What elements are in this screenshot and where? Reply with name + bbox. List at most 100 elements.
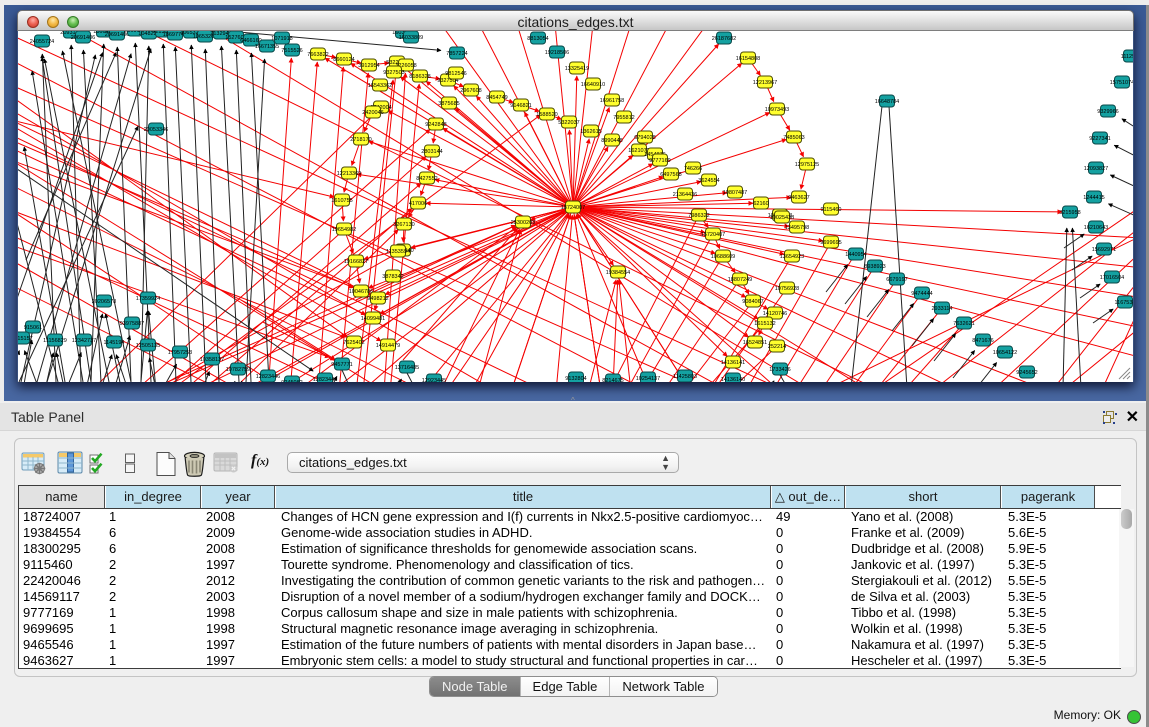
svg-text:2803144: 2803144 [421, 149, 442, 155]
svg-text:1145194: 1145194 [103, 340, 124, 346]
svg-text:1615132: 1615132 [754, 321, 775, 327]
svg-text:14136141: 14136141 [721, 360, 745, 366]
svg-text:12823446: 12823446 [256, 374, 280, 380]
svg-text:9699695: 9699695 [820, 240, 841, 246]
svg-text:12923445: 12923445 [422, 378, 446, 382]
svg-text:18807249: 18807249 [728, 277, 752, 283]
svg-text:9777169: 9777169 [649, 158, 670, 164]
svg-text:24055724: 24055724 [30, 39, 54, 45]
svg-text:8990448: 8990448 [601, 138, 622, 144]
svg-text:2933114: 2933114 [931, 306, 952, 312]
svg-text:3624554: 3624554 [698, 178, 719, 184]
svg-text:9463627: 9463627 [788, 195, 809, 201]
svg-text:14914479: 14914479 [376, 343, 400, 349]
svg-text:19654982: 19654982 [332, 227, 356, 233]
svg-text:9242848: 9242848 [425, 122, 446, 128]
svg-text:10688609: 10688609 [711, 254, 735, 260]
svg-text:10756928: 10756928 [775, 286, 799, 292]
svg-text:13654923: 13654923 [780, 254, 804, 260]
svg-text:10654122: 10654122 [993, 350, 1017, 356]
svg-text:3267130: 3267130 [393, 222, 414, 228]
svg-text:8214675: 8214675 [602, 378, 623, 382]
svg-text:12213369: 12213369 [337, 171, 361, 177]
svg-text:11353594: 11353594 [386, 249, 410, 255]
svg-text:10358137: 10358137 [200, 357, 224, 363]
svg-text:6794028: 6794028 [634, 135, 655, 141]
svg-text:3912954: 3912954 [358, 63, 379, 69]
svg-text:10046786: 10046786 [349, 289, 373, 295]
svg-text:1362615: 1362615 [580, 129, 601, 135]
svg-text:20206578: 20206578 [92, 299, 116, 305]
svg-text:7625402: 7625402 [343, 340, 364, 346]
svg-text:9146821: 9146821 [510, 103, 531, 109]
svg-text:8660124: 8660124 [333, 57, 354, 63]
svg-text:3875685: 3875685 [438, 101, 459, 107]
svg-text:1440954: 1440954 [845, 252, 866, 258]
svg-text:9132804: 9132804 [565, 376, 586, 382]
svg-text:915061: 915061 [24, 325, 42, 331]
svg-text:9474444: 9474444 [911, 291, 932, 297]
svg-text:12975125: 12975125 [795, 162, 819, 168]
svg-text:9084067: 9084067 [742, 299, 763, 305]
svg-text:9327503: 9327503 [383, 70, 404, 76]
svg-text:7663822: 7663822 [307, 52, 328, 58]
svg-text:15751074: 15751074 [1110, 80, 1134, 86]
svg-text:7857224: 7857224 [446, 51, 467, 57]
svg-text:16154808: 16154808 [736, 56, 760, 62]
svg-text:20691406: 20691406 [71, 35, 95, 41]
svg-text:2718170: 2718170 [350, 137, 371, 143]
svg-text:16961758: 16961758 [600, 98, 624, 104]
svg-text:13495798: 13495798 [785, 225, 809, 231]
svg-text:10782759: 10782759 [226, 367, 250, 373]
svg-text:1112503: 1112503 [1121, 54, 1134, 60]
svg-text:8427552: 8427552 [416, 176, 437, 182]
svg-text:14136140: 14136140 [721, 377, 745, 382]
svg-text:25300203: 25300203 [511, 220, 535, 226]
svg-text:15720407: 15720407 [701, 232, 725, 238]
svg-text:252214: 252214 [768, 344, 786, 350]
svg-text:13325419: 13325419 [565, 66, 589, 72]
svg-text:3215958: 3215958 [1059, 210, 1080, 216]
svg-text:12505135: 12505135 [136, 343, 160, 349]
svg-text:9812546: 9812546 [445, 71, 466, 77]
svg-text:11425803: 11425803 [673, 374, 697, 380]
svg-text:16640910: 16640910 [581, 82, 605, 88]
svg-text:10025438: 10025438 [770, 215, 794, 221]
svg-text:12823446: 12823446 [313, 377, 337, 382]
svg-text:9498212: 9498212 [367, 296, 388, 302]
svg-text:1588520: 1588520 [536, 112, 557, 118]
svg-text:9115460: 9115460 [820, 207, 841, 213]
svg-text:7955812: 7955812 [613, 115, 634, 121]
svg-text:417006: 417006 [409, 201, 427, 207]
svg-text:1733426: 1733426 [769, 367, 790, 373]
svg-text:1244415: 1244415 [1083, 195, 1104, 201]
svg-text:16543362: 16543362 [368, 83, 392, 89]
svg-text:14099481: 14099481 [361, 316, 385, 322]
svg-text:5322037: 5322037 [558, 120, 579, 126]
svg-text:19166827: 19166827 [344, 259, 368, 265]
svg-text:8938923: 8938923 [864, 264, 885, 270]
svg-text:9457771: 9457771 [331, 362, 352, 368]
svg-text:17016504: 17016504 [1100, 275, 1124, 281]
svg-text:7986322: 7986322 [688, 213, 709, 219]
svg-text:17957253: 17957253 [168, 350, 192, 356]
svg-text:7515526: 7515526 [281, 48, 302, 54]
svg-text:6497568: 6497568 [660, 172, 681, 178]
svg-text:7485063: 7485063 [783, 135, 804, 141]
svg-text:16671355: 16671355 [255, 44, 279, 50]
svg-text:746266: 746266 [684, 166, 702, 172]
svg-text:19384554: 19384554 [606, 270, 630, 276]
svg-text:20053346: 20053346 [144, 127, 168, 133]
svg-text:8454749: 8454749 [486, 95, 507, 101]
svg-text:1610755: 1610755 [331, 198, 352, 204]
svg-text:10254137: 10254137 [636, 376, 660, 382]
svg-text:15692971: 15692971 [1092, 247, 1116, 253]
svg-text:14120746: 14120746 [763, 311, 787, 317]
svg-text:12342737: 12342737 [72, 338, 96, 344]
svg-text:12213967: 12213967 [753, 80, 777, 86]
svg-text:1167538: 1167538 [1114, 300, 1134, 306]
svg-text:11156829: 11156829 [43, 338, 67, 344]
svg-text:1071918: 1071918 [271, 36, 292, 42]
svg-text:9227341: 9227341 [1089, 136, 1110, 142]
svg-text:8471676: 8471676 [972, 338, 993, 344]
